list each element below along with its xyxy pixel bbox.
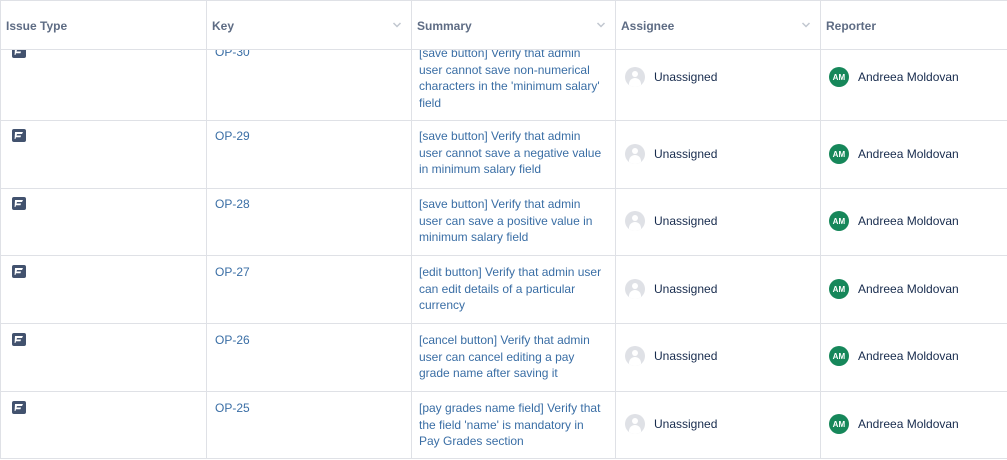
assignee-name: Unassigned	[654, 417, 718, 431]
chevron-down-icon[interactable]	[800, 19, 812, 31]
test-issue-icon	[12, 333, 26, 346]
issue-summary-link[interactable]: [save button] Verify that admin user can…	[419, 45, 607, 111]
assignee[interactable]: Unassigned	[625, 279, 717, 299]
key-cell: OP-26	[207, 324, 412, 391]
reporter[interactable]: AM Andreea Moldovan	[829, 346, 959, 366]
column-header-label: Issue Type	[6, 18, 68, 33]
test-issue-icon	[12, 129, 26, 142]
issue-key-link[interactable]: OP-29	[215, 129, 250, 143]
table-row[interactable]: OP-25 [pay grades name field] Verify tha…	[0, 392, 1007, 459]
reporter[interactable]: AM Andreea Moldovan	[829, 211, 959, 231]
assignee-name: Unassigned	[654, 282, 718, 296]
issue-type-cell	[0, 256, 207, 323]
reporter-cell: AM Andreea Moldovan	[821, 189, 1007, 255]
reporter-cell: AM Andreea Moldovan	[821, 256, 1007, 323]
reporter-name: Andreea Moldovan	[858, 349, 959, 363]
column-header-label: Key	[212, 18, 235, 33]
issue-summary-link[interactable]: [cancel button] Verify that admin user c…	[419, 332, 607, 382]
column-header-issue-type[interactable]: Issue Type	[0, 1, 207, 50]
reporter-cell: AM Andreea Moldovan	[821, 392, 1007, 458]
issue-key-link[interactable]: OP-25	[215, 401, 250, 415]
assignee-cell: Unassigned	[616, 392, 821, 458]
reporter-name: Andreea Moldovan	[858, 282, 959, 296]
table-row[interactable]: OP-26 [cancel button] Verify that admin …	[0, 324, 1007, 392]
chevron-down-icon[interactable]	[391, 19, 403, 31]
issue-key-link[interactable]: OP-27	[215, 265, 250, 279]
summary-cell: [edit button] Verify that admin user can…	[412, 256, 616, 323]
reporter-avatar: AM	[829, 279, 849, 299]
unassigned-avatar-icon	[625, 67, 645, 87]
reporter-avatar: AM	[829, 211, 849, 231]
assignee[interactable]: Unassigned	[625, 67, 717, 87]
assignee-cell: Unassigned	[616, 256, 821, 323]
column-header-summary[interactable]: Summary	[412, 1, 616, 50]
issue-type-cell	[0, 392, 207, 458]
column-header-label: Summary	[417, 18, 472, 33]
summary-cell: [save button] Verify that admin user can…	[412, 189, 616, 255]
reporter-avatar: AM	[829, 144, 849, 164]
key-cell: OP-25	[207, 392, 412, 458]
reporter-cell: AM Andreea Moldovan	[821, 324, 1007, 391]
reporter[interactable]: AM Andreea Moldovan	[829, 67, 959, 87]
unassigned-avatar-icon	[625, 211, 645, 231]
key-cell: OP-28	[207, 189, 412, 255]
table-header: Issue Type Key Summary Assignee Reporter	[0, 0, 1007, 50]
assignee[interactable]: Unassigned	[625, 414, 717, 434]
reporter-cell: AM Andreea Moldovan	[821, 121, 1007, 188]
unassigned-avatar-icon	[625, 144, 645, 164]
issue-type-cell	[0, 324, 207, 391]
chevron-down-icon[interactable]	[595, 19, 607, 31]
assignee[interactable]: Unassigned	[625, 346, 717, 366]
column-header-reporter[interactable]: Reporter	[821, 1, 1007, 50]
issue-summary-link[interactable]: [edit button] Verify that admin user can…	[419, 264, 607, 314]
issue-type-cell	[0, 121, 207, 188]
reporter-avatar: AM	[829, 414, 849, 434]
table-row[interactable]: OP-28 [save button] Verify that admin us…	[0, 189, 1007, 256]
issue-summary-link[interactable]: [save button] Verify that admin user can…	[419, 128, 607, 178]
column-header-label: Reporter	[826, 18, 877, 33]
summary-cell: [cancel button] Verify that admin user c…	[412, 324, 616, 391]
issue-key-link[interactable]: OP-28	[215, 197, 250, 211]
assignee-name: Unassigned	[654, 214, 718, 228]
test-issue-icon	[12, 401, 26, 414]
reporter-avatar: AM	[829, 67, 849, 87]
assignee-cell: Unassigned	[616, 324, 821, 391]
reporter-name: Andreea Moldovan	[858, 417, 959, 431]
column-header-key[interactable]: Key	[207, 1, 412, 50]
column-header-label: Assignee	[621, 18, 675, 33]
reporter[interactable]: AM Andreea Moldovan	[829, 144, 959, 164]
table-row[interactable]: OP-27 [edit button] Verify that admin us…	[0, 256, 1007, 324]
unassigned-avatar-icon	[625, 279, 645, 299]
test-issue-icon	[12, 265, 26, 278]
assignee[interactable]: Unassigned	[625, 211, 717, 231]
reporter-name: Andreea Moldovan	[858, 147, 959, 161]
unassigned-avatar-icon	[625, 346, 645, 366]
issue-summary-link[interactable]: [pay grades name field] Verify that the …	[419, 400, 607, 450]
column-header-assignee[interactable]: Assignee	[616, 1, 821, 50]
test-issue-icon	[12, 197, 26, 210]
assignee[interactable]: Unassigned	[625, 144, 717, 164]
reporter[interactable]: AM Andreea Moldovan	[829, 414, 959, 434]
assignee-cell: Unassigned	[616, 189, 821, 255]
issues-table: OP-30 [save button] Verify that admin us…	[0, 0, 1007, 460]
table-body: OP-30 [save button] Verify that admin us…	[0, 0, 1007, 460]
assignee-name: Unassigned	[654, 70, 718, 84]
reporter-avatar: AM	[829, 346, 849, 366]
summary-cell: [pay grades name field] Verify that the …	[412, 392, 616, 458]
unassigned-avatar-icon	[625, 414, 645, 434]
summary-cell: [save button] Verify that admin user can…	[412, 121, 616, 188]
reporter-name: Andreea Moldovan	[858, 214, 959, 228]
key-cell: OP-29	[207, 121, 412, 188]
issue-key-link[interactable]: OP-26	[215, 333, 250, 347]
issue-type-cell	[0, 189, 207, 255]
assignee-name: Unassigned	[654, 349, 718, 363]
reporter-name: Andreea Moldovan	[858, 70, 959, 84]
key-cell: OP-27	[207, 256, 412, 323]
issue-summary-link[interactable]: [save button] Verify that admin user can…	[419, 196, 607, 246]
assignee-name: Unassigned	[654, 147, 718, 161]
assignee-cell: Unassigned	[616, 121, 821, 188]
reporter[interactable]: AM Andreea Moldovan	[829, 279, 959, 299]
table-row[interactable]: OP-29 [save button] Verify that admin us…	[0, 121, 1007, 189]
